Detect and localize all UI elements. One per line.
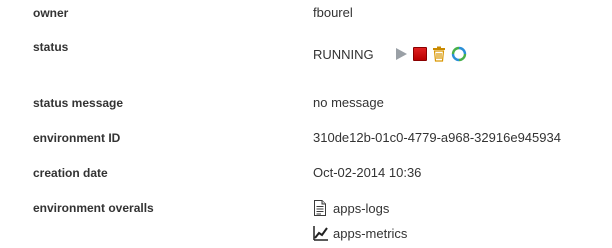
status-message-value: no message	[313, 95, 384, 110]
chart-icon	[313, 225, 328, 241]
status-message-label: status message	[33, 96, 124, 110]
environment-overalls-label: environment overalls	[33, 201, 154, 215]
apps-metrics-label: apps-metrics	[333, 225, 408, 241]
owner-label: owner	[33, 6, 69, 20]
play-icon[interactable]	[395, 48, 407, 60]
creation-date-label: creation date	[33, 166, 108, 180]
trash-icon[interactable]	[431, 46, 447, 62]
stop-icon[interactable]	[412, 47, 427, 61]
refresh-icon[interactable]	[451, 46, 467, 62]
apps-logs-link[interactable]: apps-logs	[313, 199, 389, 217]
apps-logs-label: apps-logs	[333, 200, 390, 216]
environment-id-value: 310de12b-01c0-4779-a968-32916e945934	[313, 130, 561, 145]
environment-id-label: environment ID	[33, 131, 121, 145]
creation-date-value: Oct-02-2014 10:36	[313, 165, 422, 180]
document-icon	[313, 200, 327, 216]
status-row: RUNNING	[313, 44, 471, 64]
owner-value: fbourel	[313, 5, 353, 20]
status-value: RUNNING	[313, 46, 374, 62]
apps-metrics-link[interactable]: apps-metrics	[313, 224, 407, 242]
status-label: status	[33, 40, 69, 54]
